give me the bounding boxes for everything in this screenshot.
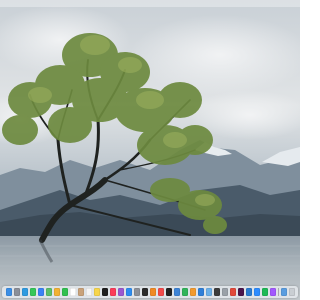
reminders-icon[interactable] [85, 288, 92, 296]
dock-separator [277, 288, 279, 296]
activity-monitor-icon[interactable] [213, 288, 220, 296]
preview-icon[interactable] [205, 288, 212, 296]
vscode-icon[interactable] [245, 288, 252, 296]
settings-icon[interactable] [133, 288, 140, 296]
dock [2, 286, 298, 298]
music-icon[interactable] [109, 288, 116, 296]
desktop [0, 0, 300, 300]
facetime-icon[interactable] [61, 288, 68, 296]
launchpad-icon[interactable] [13, 288, 20, 296]
maps-icon[interactable] [45, 288, 52, 296]
slack-icon[interactable] [237, 288, 244, 296]
app-store-icon[interactable] [125, 288, 132, 296]
books-icon[interactable] [149, 288, 156, 296]
keynote-icon[interactable] [173, 288, 180, 296]
numbers-icon[interactable] [181, 288, 188, 296]
chrome-icon[interactable] [229, 288, 236, 296]
wallpaper-lone-tree [0, 0, 300, 300]
menu-bar [0, 0, 300, 7]
pages-icon[interactable] [189, 288, 196, 296]
stocks-icon[interactable] [165, 288, 172, 296]
zoom-icon[interactable] [253, 288, 260, 296]
news-icon[interactable] [157, 288, 164, 296]
downloads-icon[interactable] [280, 288, 287, 296]
figma-icon[interactable] [269, 288, 276, 296]
podcasts-icon[interactable] [117, 288, 124, 296]
tv-icon[interactable] [101, 288, 108, 296]
spotify-icon[interactable] [261, 288, 268, 296]
finder-icon[interactable] [5, 288, 12, 296]
xcode-icon[interactable] [197, 288, 204, 296]
calendar-icon[interactable] [69, 288, 76, 296]
trash-icon[interactable] [288, 288, 295, 296]
safari-icon[interactable] [21, 288, 28, 296]
disk-utility-icon[interactable] [221, 288, 228, 296]
terminal-icon[interactable] [141, 288, 148, 296]
messages-icon[interactable] [29, 288, 36, 296]
contacts-icon[interactable] [77, 288, 84, 296]
notes-icon[interactable] [93, 288, 100, 296]
mail-icon[interactable] [37, 288, 44, 296]
photos-icon[interactable] [53, 288, 60, 296]
